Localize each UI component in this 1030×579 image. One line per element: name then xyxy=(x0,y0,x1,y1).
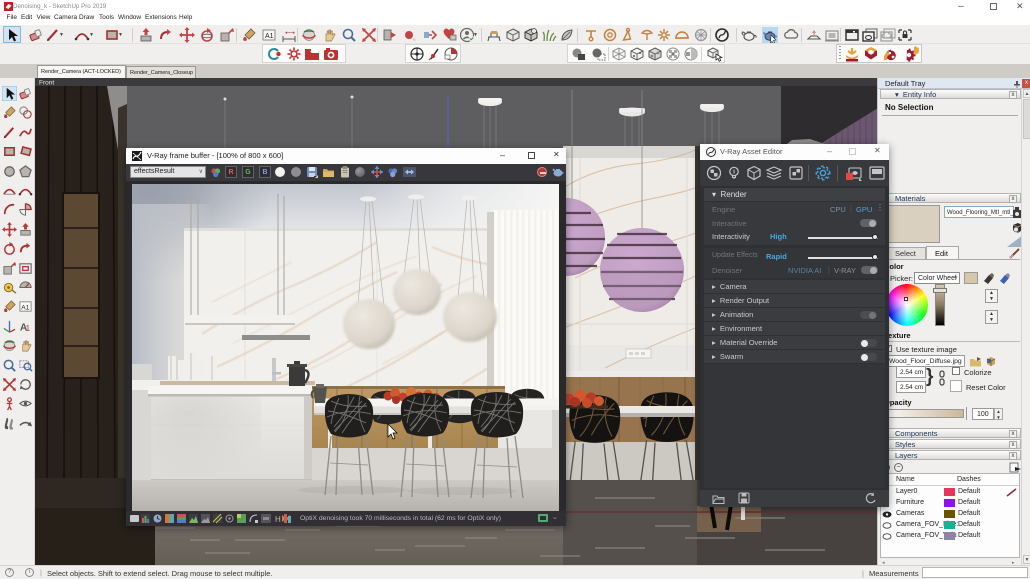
svg-text:⟷: ⟷ xyxy=(285,30,295,37)
svg-text:A1: A1 xyxy=(265,33,274,40)
svg-text:Front: Front xyxy=(39,80,54,87)
svg-text:H: H xyxy=(275,515,281,524)
svg-text:1: 1 xyxy=(26,323,31,333)
svg-text:A1: A1 xyxy=(21,305,29,312)
